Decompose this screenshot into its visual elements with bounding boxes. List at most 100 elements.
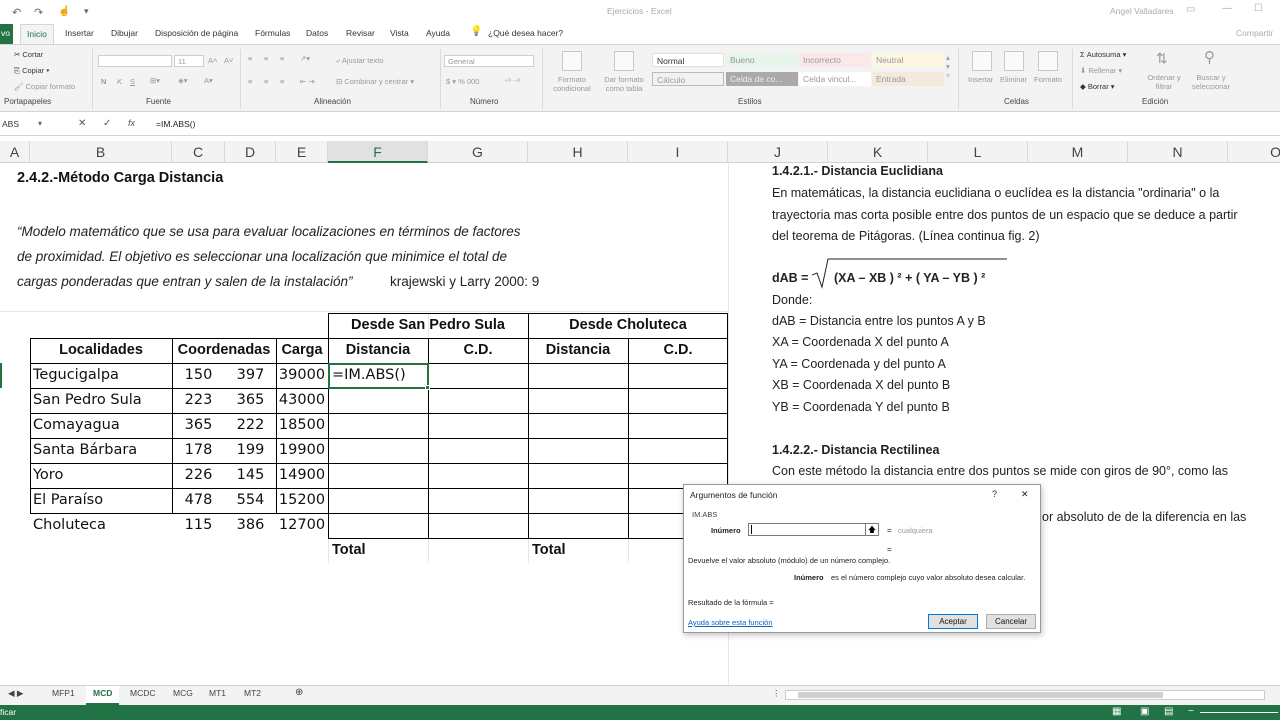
column-header-f[interactable]: F: [328, 141, 428, 163]
cell-x-3[interactable]: 365: [172, 414, 225, 439]
find-select-button[interactable]: Buscar y seleccionar: [1186, 73, 1236, 91]
redo-icon[interactable]: ↷: [34, 6, 43, 19]
cell-x-5[interactable]: 226: [172, 464, 225, 489]
cell-y-3[interactable]: 222: [225, 414, 276, 439]
tabs-options-icon[interactable]: ⋮: [772, 688, 781, 699]
style-bueno[interactable]: Bueno: [726, 53, 798, 67]
align-bottom-icon[interactable]: ≡: [280, 54, 284, 63]
cell-carga-5[interactable]: 14900: [276, 464, 328, 489]
header-cd-sps[interactable]: C.D.: [428, 339, 528, 364]
sheet-tab-mfp1[interactable]: MFP1: [52, 688, 75, 698]
sort-filter-icon[interactable]: ⇅: [1156, 50, 1168, 67]
cut-button[interactable]: ✂ Cortar: [14, 50, 43, 59]
indent-icon[interactable]: ⇤ ⇥: [300, 77, 315, 86]
align-left-icon[interactable]: ≡: [248, 77, 252, 86]
style-entrada[interactable]: Entrada: [872, 72, 944, 86]
page-break-icon[interactable]: ▤: [1164, 706, 1173, 717]
tab-vista[interactable]: Vista: [390, 28, 409, 38]
sheet-tab-mt1[interactable]: MT1: [209, 688, 226, 698]
ok-button[interactable]: Aceptar: [928, 614, 978, 629]
zoom-slider[interactable]: [1200, 712, 1278, 713]
cell-x-7[interactable]: 115: [172, 514, 225, 539]
column-header-m[interactable]: M: [1028, 141, 1128, 163]
column-header-c[interactable]: C: [172, 141, 225, 163]
styles-scroll-icon[interactable]: ▴ ▾ ▿: [946, 53, 950, 80]
italic-button[interactable]: K: [117, 77, 122, 86]
fill-button[interactable]: ⬇ Rellenar ▾: [1080, 66, 1122, 75]
tab-nav-icon[interactable]: ◀ ▶: [8, 688, 23, 699]
format-cells-button[interactable]: Formato: [1034, 75, 1062, 84]
cell-y-4[interactable]: 199: [225, 439, 276, 464]
style-normal[interactable]: Normal: [652, 53, 724, 67]
insert-function-icon[interactable]: fx: [128, 118, 135, 128]
group-header-choluteca[interactable]: Desde Choluteca: [528, 314, 728, 339]
column-header-e[interactable]: E: [276, 141, 328, 163]
font-size-box[interactable]: 11: [174, 55, 204, 67]
cell-name-5[interactable]: Yoro: [33, 464, 171, 489]
page-layout-icon[interactable]: ▣: [1140, 706, 1149, 717]
dialog-close-icon[interactable]: ✕: [1021, 489, 1029, 500]
decimal-icons[interactable]: ⁺⁰ ⁻⁰: [504, 77, 520, 86]
column-header-o[interactable]: O: [1228, 141, 1280, 163]
style-calculo[interactable]: Cálculo: [652, 72, 724, 86]
tab-file[interactable]: vo: [0, 24, 13, 44]
header-coordenadas[interactable]: Coordenadas: [172, 339, 276, 364]
align-middle-icon[interactable]: ≡: [264, 54, 268, 63]
sort-filter-button[interactable]: Ordenar y filtrar: [1144, 73, 1184, 91]
format-painter-button[interactable]: 🖌 Copiar formato: [14, 82, 75, 91]
header-localidades[interactable]: Localidades: [30, 339, 172, 364]
cell-carga-2[interactable]: 43000: [276, 389, 328, 414]
customize-qat-icon[interactable]: ▾: [84, 6, 89, 17]
header-carga[interactable]: Carga: [276, 339, 328, 364]
horizontal-scrollbar[interactable]: [785, 690, 1265, 700]
confirm-entry-icon[interactable]: ✓: [103, 118, 111, 129]
tab-formulas[interactable]: Fórmulas: [255, 28, 290, 38]
style-neutral[interactable]: Neutral: [872, 53, 944, 67]
bold-button[interactable]: N: [101, 77, 106, 86]
tab-datos[interactable]: Datos: [306, 28, 328, 38]
format-as-table-button[interactable]: Dar formato como tabla: [598, 75, 650, 93]
sheet-tab-mcg[interactable]: MCG: [173, 688, 193, 698]
normal-view-icon[interactable]: ▦: [1112, 706, 1121, 717]
total-label-chol[interactable]: Total: [532, 539, 628, 564]
cell-name-1[interactable]: Tegucigalpa: [33, 364, 171, 389]
tab-inicio[interactable]: Inicio: [20, 24, 54, 44]
cell-y-6[interactable]: 554: [225, 489, 276, 514]
align-right-icon[interactable]: ≡: [280, 77, 284, 86]
find-select-icon[interactable]: ⚲: [1204, 48, 1215, 66]
cell-name-7[interactable]: Choluteca: [33, 514, 171, 539]
underline-button[interactable]: S: [130, 77, 135, 86]
header-distancia-sps[interactable]: Distancia: [328, 339, 428, 364]
cell-y-1[interactable]: 397: [225, 364, 276, 389]
cell-x-4[interactable]: 178: [172, 439, 225, 464]
sheet-tab-mt2[interactable]: MT2: [244, 688, 261, 698]
cell-carga-4[interactable]: 19900: [276, 439, 328, 464]
name-box-dropdown-icon[interactable]: ▾: [38, 119, 42, 128]
cancel-entry-icon[interactable]: ✕: [78, 118, 86, 129]
total-label-sps[interactable]: Total: [332, 539, 428, 564]
tab-dibujar[interactable]: Dibujar: [111, 28, 138, 38]
touch-mode-icon[interactable]: ☝: [58, 6, 70, 17]
delete-cells-icon[interactable]: [1004, 51, 1024, 71]
insert-cells-button[interactable]: Insertar: [968, 75, 993, 84]
undo-icon[interactable]: ↶: [12, 6, 21, 19]
style-incorrecto[interactable]: Incorrecto: [799, 53, 871, 67]
cell-name-6[interactable]: El Paraíso: [33, 489, 171, 514]
font-color-icon[interactable]: A▾: [204, 76, 213, 85]
help-link[interactable]: Ayuda sobre esta función: [688, 618, 773, 627]
cell-y-7[interactable]: 386: [225, 514, 276, 539]
minimize-icon[interactable]: —: [1222, 3, 1232, 14]
column-header-j[interactable]: J: [728, 141, 828, 163]
cancel-button[interactable]: Cancelar: [986, 614, 1036, 629]
column-header-h[interactable]: H: [528, 141, 628, 163]
column-header-b[interactable]: B: [30, 141, 172, 163]
currency-icon[interactable]: $ ▾ % 000: [446, 77, 479, 86]
shrink-font-icon[interactable]: A˅: [224, 56, 233, 65]
cell-carga-6[interactable]: 15200: [276, 489, 328, 514]
column-header-k[interactable]: K: [828, 141, 928, 163]
cell-x-6[interactable]: 478: [172, 489, 225, 514]
collapse-dialog-button[interactable]: 🡅: [865, 523, 879, 536]
cell-x-2[interactable]: 223: [172, 389, 225, 414]
argument-input[interactable]: [748, 523, 870, 536]
number-format-box[interactable]: General: [444, 55, 534, 67]
